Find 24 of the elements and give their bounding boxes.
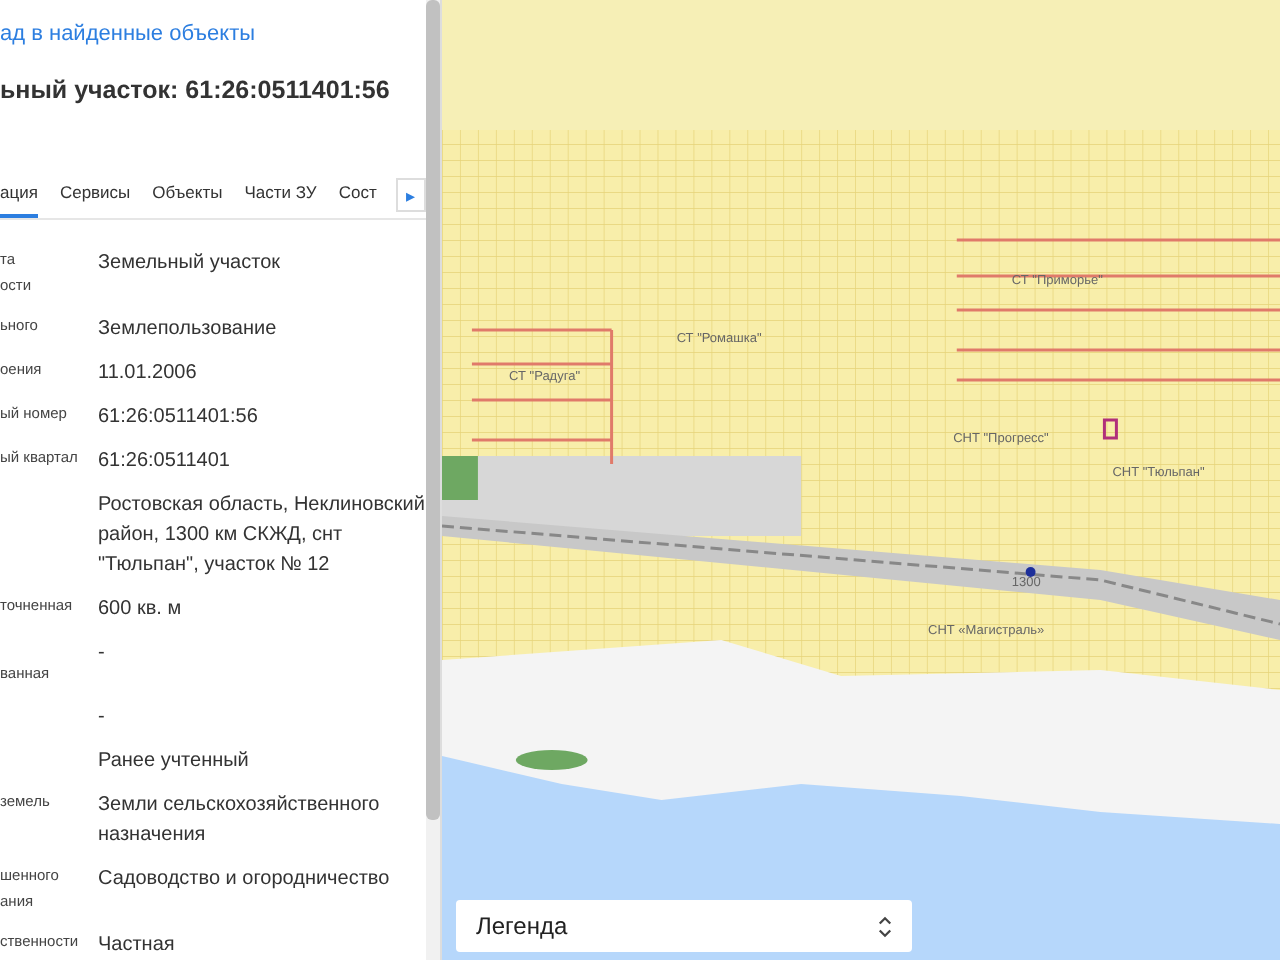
legend-select[interactable]: Легенда: [456, 900, 912, 952]
up-down-caret-icon: [878, 915, 892, 937]
field-value: Земельный участок: [98, 250, 283, 278]
scroll-tabs-button[interactable]: ▸: [396, 178, 426, 212]
field-value: Ростовская область, Неклиновский район, 1300 км СКЖД, снт "Тюльпан", участок № 12: [98, 491, 426, 579]
field-value: 11.01.2006: [98, 359, 199, 387]
tab[interactable]: Части ЗУ: [244, 172, 317, 218]
field-value: 61:26:0511401: [98, 447, 232, 475]
tab[interactable]: ация: [0, 172, 38, 218]
field-value: -: [98, 639, 107, 667]
back-link[interactable]: ад в найденные объекты: [0, 22, 256, 46]
field-value: Частная: [98, 931, 177, 959]
tab[interactable]: Сост: [338, 172, 377, 218]
tab[interactable]: Объекты: [152, 172, 223, 218]
field-value: 61:26:0511401:56: [98, 403, 260, 431]
field-value: Землепользование: [98, 315, 279, 343]
field-value: -: [98, 704, 107, 732]
field-value: 600 кв. м: [98, 595, 184, 623]
field-value: Садоводство и огородничество: [98, 866, 392, 894]
field-value: Ранее учтенный: [98, 748, 251, 776]
tab[interactable]: Сервисы: [59, 172, 131, 218]
panel-title: ьный участок: 61:26:0511401:56: [0, 76, 392, 104]
scrollbar-thumb[interactable]: [426, 0, 440, 820]
field-value: Земли сельскохозяйственного назначения: [98, 792, 382, 850]
